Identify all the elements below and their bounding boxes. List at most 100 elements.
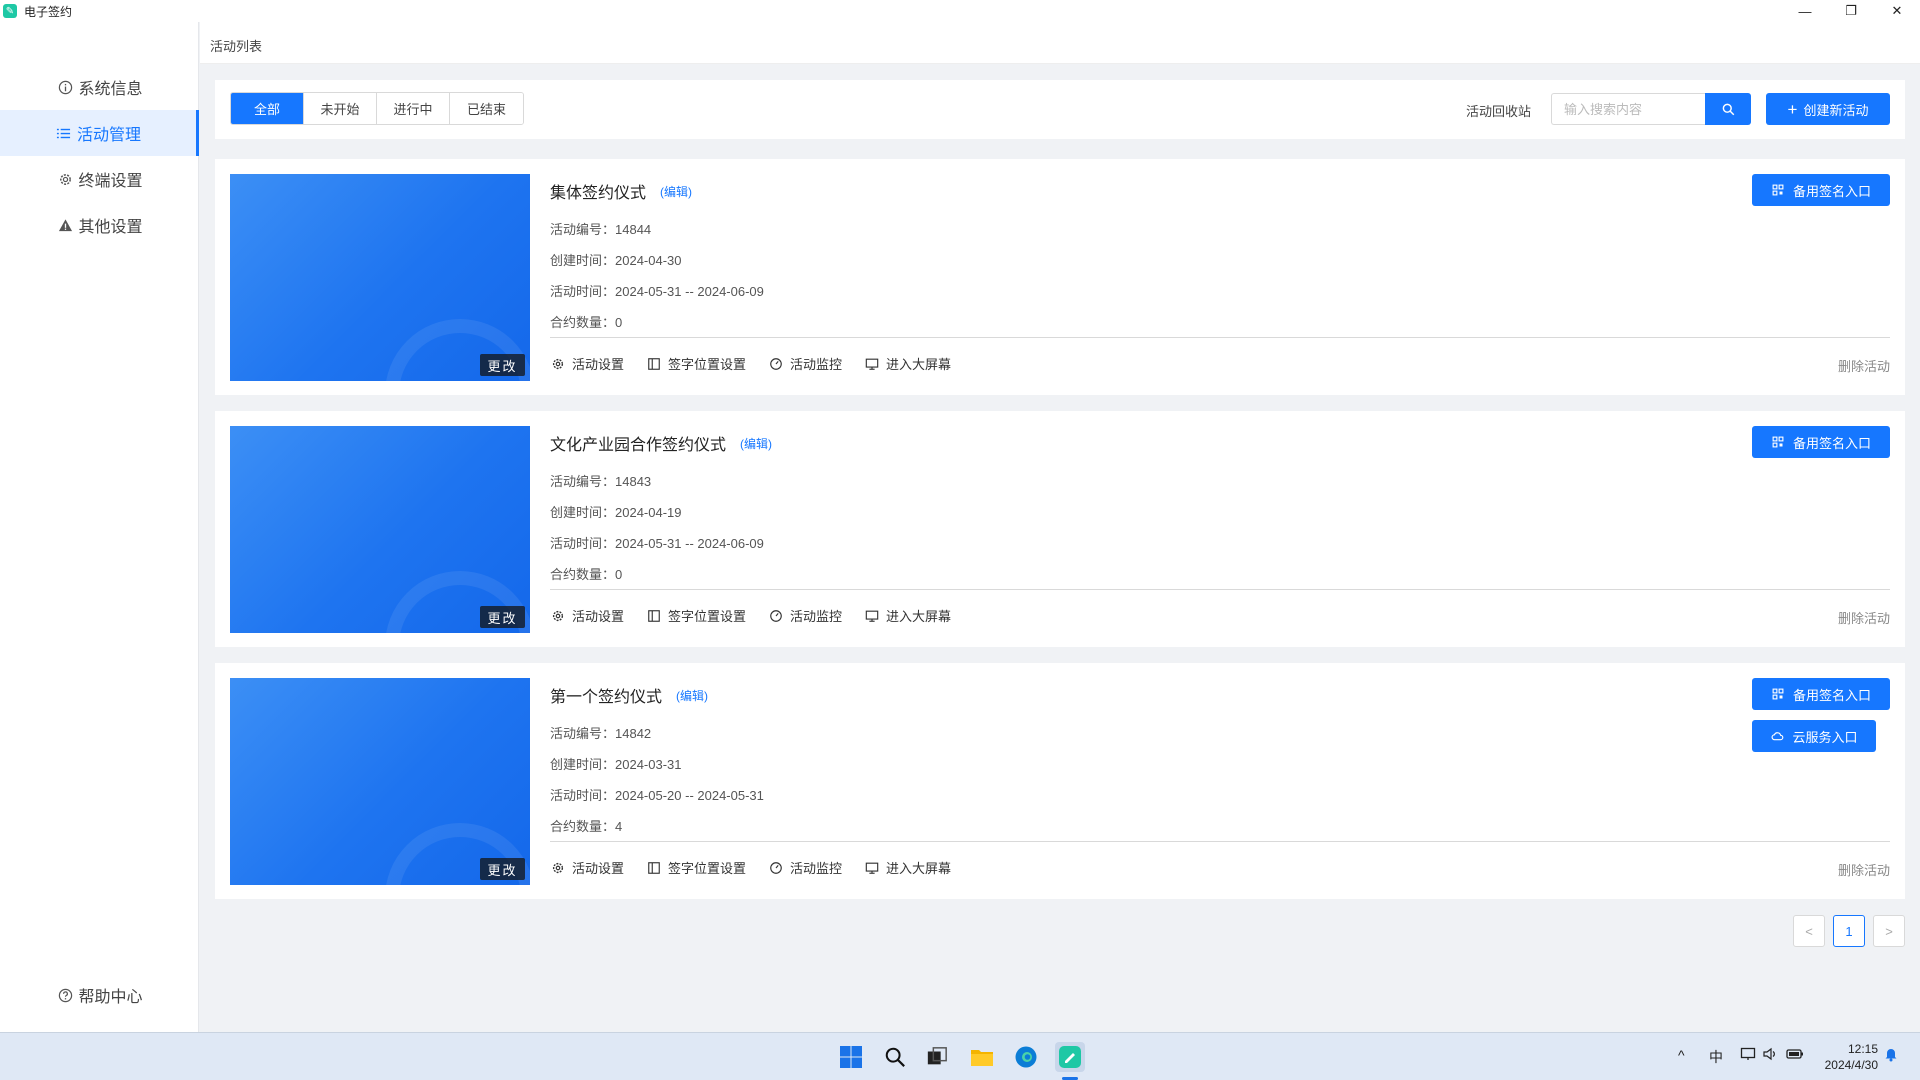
dashboard-icon bbox=[768, 608, 784, 624]
gear-icon bbox=[550, 356, 566, 372]
cloud-icon bbox=[1770, 729, 1784, 743]
signature-position-action[interactable]: 签字位置设置 bbox=[646, 606, 746, 625]
tray-overflow-chevron[interactable]: ^ bbox=[1678, 1047, 1685, 1063]
signature-position-action[interactable]: 签字位置设置 bbox=[646, 354, 746, 373]
delete-activity-link[interactable]: 删除活动 bbox=[1838, 860, 1890, 879]
backup-signature-entry-button[interactable]: 备用签名入口 bbox=[1752, 174, 1890, 206]
change-cover-button[interactable]: 更改 bbox=[480, 858, 525, 880]
action-label: 活动设置 bbox=[572, 357, 625, 372]
e-sign-app-icon[interactable] bbox=[1055, 1042, 1085, 1072]
sidebar-item-terminal-settings[interactable]: 终端设置 bbox=[0, 156, 199, 202]
action-label: 进入大屏幕 bbox=[886, 861, 952, 876]
display-icon[interactable] bbox=[1740, 1046, 1756, 1065]
window-title: 电子签约 bbox=[24, 4, 73, 19]
search-icon[interactable] bbox=[880, 1042, 910, 1072]
close-button[interactable]: ✕ bbox=[1874, 0, 1920, 22]
activity-cover-image: 更改 bbox=[230, 174, 530, 381]
contract-count: 合约数量：0 bbox=[550, 567, 623, 582]
delete-activity-link[interactable]: 删除活动 bbox=[1838, 356, 1890, 375]
enter-big-screen-action[interactable]: 进入大屏幕 bbox=[864, 606, 951, 625]
contract-count: 合约数量：4 bbox=[550, 819, 623, 834]
backup-signature-entry-button[interactable]: 备用签名入口 bbox=[1752, 678, 1890, 710]
help-center-link[interactable]: 帮助中心 bbox=[0, 975, 199, 1015]
tab-not-started[interactable]: 未开始 bbox=[304, 93, 377, 124]
search-button[interactable] bbox=[1705, 93, 1751, 125]
action-label: 进入大屏幕 bbox=[886, 609, 952, 624]
sidebar-item-label: 其他设置 bbox=[78, 219, 143, 236]
action-label: 进入大屏幕 bbox=[886, 357, 952, 372]
backup-signature-entry-button[interactable]: 备用签名入口 bbox=[1752, 426, 1890, 458]
activity-settings-action[interactable]: 活动设置 bbox=[550, 354, 624, 373]
activity-monitor-action[interactable]: 活动监控 bbox=[768, 354, 842, 373]
gear-icon bbox=[550, 608, 566, 624]
notification-bell-icon[interactable] bbox=[1883, 1046, 1899, 1065]
restore-button[interactable]: ❐ bbox=[1828, 0, 1874, 22]
recycle-bin-link[interactable]: 活动回收站 bbox=[1466, 101, 1531, 120]
activity-monitor-action[interactable]: 活动监控 bbox=[768, 606, 842, 625]
activity-monitor-action[interactable]: 活动监控 bbox=[768, 858, 842, 877]
delete-activity-link[interactable]: 删除活动 bbox=[1838, 608, 1890, 627]
window-controls: — ❐ ✕ bbox=[1782, 0, 1920, 22]
search-input[interactable] bbox=[1551, 93, 1705, 125]
tab-ended[interactable]: 已结束 bbox=[450, 93, 523, 124]
minimize-button[interactable]: — bbox=[1782, 0, 1828, 22]
battery-icon[interactable] bbox=[1786, 1046, 1804, 1065]
sidebar-item-label: 终端设置 bbox=[78, 173, 143, 190]
dashboard-icon bbox=[768, 356, 784, 372]
monitor-icon bbox=[864, 860, 880, 876]
activity-created-time: 创建时间：2024-03-31 bbox=[550, 757, 682, 772]
activity-period: 活动时间：2024-05-20 -- 2024-05-31 bbox=[550, 788, 764, 803]
system-clock[interactable]: 12:15 2024/4/30 bbox=[1825, 1041, 1878, 1073]
tab-all[interactable]: 全部 bbox=[231, 93, 304, 124]
sidebar-item-system-info[interactable]: 系统信息 bbox=[0, 64, 199, 110]
sidebar-item-other-settings[interactable]: 其他设置 bbox=[0, 202, 199, 248]
activity-cover-image: 更改 bbox=[230, 426, 530, 633]
pagination-next-button[interactable]: > bbox=[1873, 915, 1905, 947]
change-cover-button[interactable]: 更改 bbox=[480, 354, 525, 376]
activity-title: 文化产业园合作签约仪式 bbox=[550, 437, 727, 454]
pagination-prev-button[interactable]: < bbox=[1793, 915, 1825, 947]
layout-icon bbox=[646, 356, 662, 372]
button-label: 备用签名入口 bbox=[1792, 435, 1871, 451]
card-divider bbox=[550, 589, 1890, 590]
pagination-page-button[interactable]: 1 bbox=[1833, 915, 1865, 947]
qrcode-icon bbox=[1771, 183, 1785, 197]
edit-activity-link[interactable]: (编辑) bbox=[660, 183, 692, 200]
windows-start-icon[interactable] bbox=[836, 1042, 866, 1072]
activity-settings-action[interactable]: 活动设置 bbox=[550, 858, 624, 877]
button-label: 云服务入口 bbox=[1792, 729, 1858, 745]
dashboard-icon bbox=[768, 860, 784, 876]
action-label: 活动设置 bbox=[572, 861, 625, 876]
sidebar-item-label: 活动管理 bbox=[76, 127, 141, 144]
sidebar-item-activity-management[interactable]: 活动管理 bbox=[0, 110, 199, 156]
file-explorer-icon[interactable] bbox=[967, 1042, 997, 1072]
gear-icon bbox=[56, 170, 74, 188]
action-label: 活动设置 bbox=[572, 609, 625, 624]
sidebar-item-label: 系统信息 bbox=[78, 81, 143, 98]
edit-activity-link[interactable]: (编辑) bbox=[740, 435, 772, 452]
ime-indicator[interactable]: 中 bbox=[1709, 1047, 1723, 1067]
create-activity-button[interactable]: + 创建新活动 bbox=[1766, 93, 1890, 125]
search-icon bbox=[1722, 103, 1734, 115]
edit-activity-link[interactable]: (编辑) bbox=[676, 687, 708, 704]
qrcode-icon bbox=[1771, 435, 1785, 449]
gear-icon bbox=[550, 860, 566, 876]
activity-settings-action[interactable]: 活动设置 bbox=[550, 606, 624, 625]
change-cover-button[interactable]: 更改 bbox=[480, 606, 525, 628]
enter-big-screen-action[interactable]: 进入大屏幕 bbox=[864, 354, 951, 373]
contract-count: 合约数量：0 bbox=[550, 315, 623, 330]
signature-position-action[interactable]: 签字位置设置 bbox=[646, 858, 746, 877]
filter-toolbar: 全部 未开始 进行中 已结束 活动回收站 + 创建新活动 bbox=[215, 80, 1905, 139]
edge-browser-icon[interactable] bbox=[1011, 1042, 1041, 1072]
tab-in-progress[interactable]: 进行中 bbox=[377, 93, 450, 124]
enter-big-screen-action[interactable]: 进入大屏幕 bbox=[864, 858, 951, 877]
action-label: 活动监控 bbox=[790, 357, 843, 372]
task-view-icon[interactable] bbox=[922, 1042, 952, 1072]
monitor-icon bbox=[864, 356, 880, 372]
create-activity-label: 创建新活动 bbox=[1803, 102, 1869, 118]
qrcode-icon bbox=[1771, 687, 1785, 701]
volume-icon[interactable] bbox=[1762, 1046, 1778, 1065]
activity-cover-image: 更改 bbox=[230, 678, 530, 885]
cloud-service-entry-button[interactable]: 云服务入口 bbox=[1752, 720, 1876, 752]
button-label: 备用签名入口 bbox=[1792, 687, 1871, 703]
